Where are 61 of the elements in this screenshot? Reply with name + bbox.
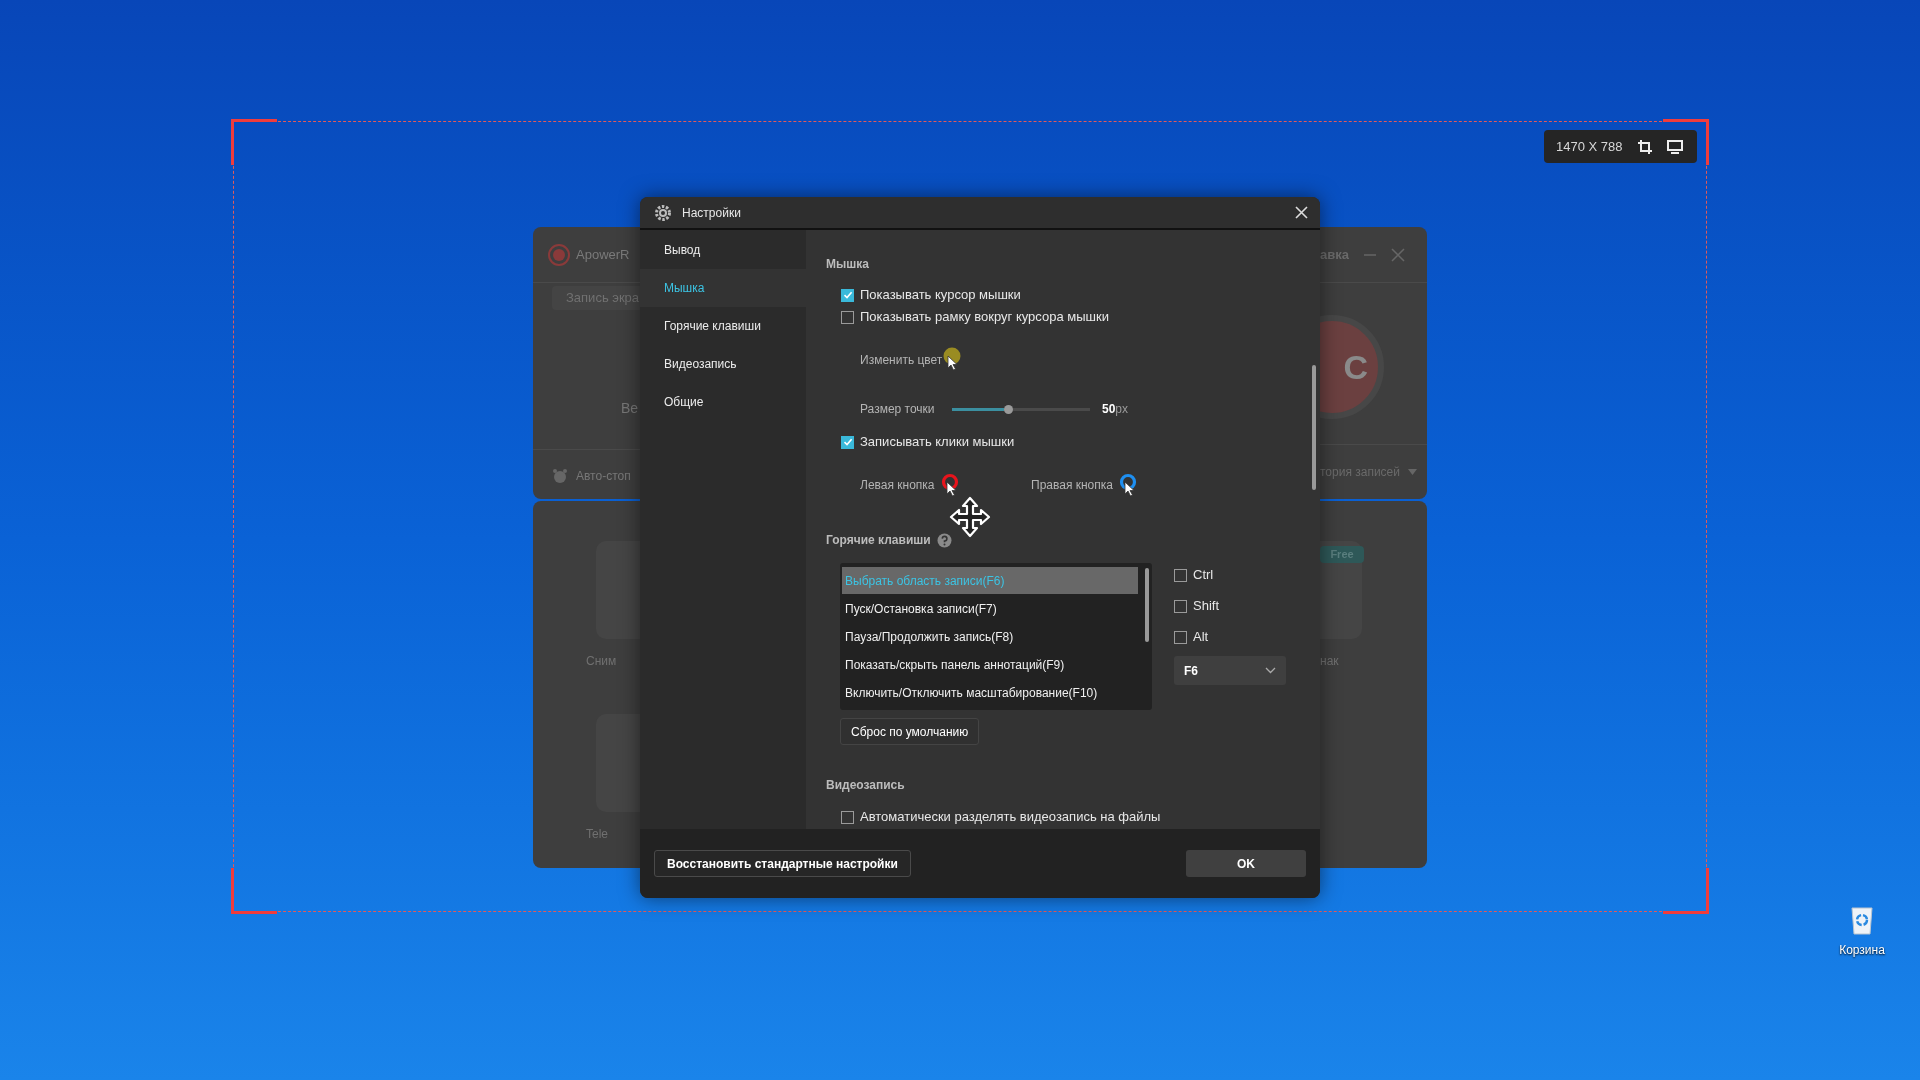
tile[interactable] [596,714,640,812]
checkbox[interactable] [841,310,854,324]
unit-label: px [1115,401,1129,418]
color-dot-icon[interactable] [942,347,963,373]
ok-button[interactable]: OK [1186,850,1306,877]
restore-defaults-button[interactable]: Восстановить стандартные настройки [654,850,911,877]
checkbox-label: Записывать клики мышки [860,433,1015,452]
sidebar-item[interactable]: Общие [640,383,806,421]
checkbox-label: Shift [1193,597,1219,616]
scrollbar-thumb[interactable] [1145,568,1149,642]
change-color-label: Изменить цвет [860,352,943,369]
recycle-bin-icon[interactable] [1850,905,1874,935]
list-item[interactable]: Пуск/Остановка записи(F7) [842,595,1138,622]
checkbox-label: Автоматически разделять видеозапись на файлы [860,808,1161,827]
sidebar-item[interactable]: Горячие клавиши [640,307,806,345]
section-heading: Мышка [826,256,869,273]
checkbox[interactable] [841,288,854,302]
click-color-label: Правая кнопка [1031,477,1113,494]
section-heading: Горячие клавиши [826,532,931,549]
list-item[interactable]: Включить/Отключить масштабирование(F10) [842,679,1138,706]
capture-size: 1470 X 788 [1556,137,1623,156]
checkbox[interactable] [841,435,854,449]
checkbox-label: Ctrl [1193,566,1214,585]
slider-thumb[interactable] [1004,404,1014,414]
click-ring-icon[interactable] [1118,473,1139,497]
move-cursor-icon [949,496,991,538]
dropdown-value: F6 [1184,662,1198,680]
key-dropdown[interactable]: F6 [1174,656,1286,685]
caret-icon[interactable] [1408,469,1417,475]
crop-icon[interactable] [1636,138,1653,155]
scrollbar-thumb[interactable] [1312,365,1316,490]
help-icon[interactable] [936,532,952,548]
settings-icon [654,203,672,222]
sidebar-item[interactable]: Мышка [640,269,806,307]
slider-track[interactable] [952,407,1090,411]
window-title: Настройки [682,204,742,222]
click-color-label: Левая кнопка [860,477,935,494]
checkbox-label: Показывать курсор мышки [860,286,1021,305]
reset-button[interactable]: Сброс по умолчанию [840,718,980,745]
list-item[interactable]: Показать/скрыть панель аннотаций(F9) [842,651,1138,678]
monitor-icon[interactable] [1666,139,1683,154]
section-heading: Видеозапись [826,777,905,794]
record-logo-icon [547,241,573,268]
record-button-label: C [1343,346,1368,388]
chevron-down-icon [1265,667,1276,674]
slider-value: 50 [1102,401,1116,418]
checkbox[interactable] [1174,568,1187,582]
checkbox[interactable] [841,810,854,824]
checkbox-label: Показывать рамку вокруг курсора мышки [860,308,1109,327]
text-fragment: Ве [620,399,639,418]
recycle-bin-label[interactable]: Корзина [1839,941,1885,959]
click-ring-icon[interactable] [940,473,961,497]
sidebar-item[interactable]: Вывод [640,231,806,269]
app-title: ApowerR [576,245,630,264]
tile[interactable] [596,541,640,639]
checkbox[interactable] [1174,599,1187,613]
checkbox-label: Alt [1193,628,1209,647]
list-item[interactable]: Пауза/Продолжить запись(F8) [842,623,1138,650]
checkbox[interactable] [1174,630,1187,644]
sidebar-item[interactable]: Видеозапись [640,345,806,383]
slider-label: Размер точки [860,401,936,418]
